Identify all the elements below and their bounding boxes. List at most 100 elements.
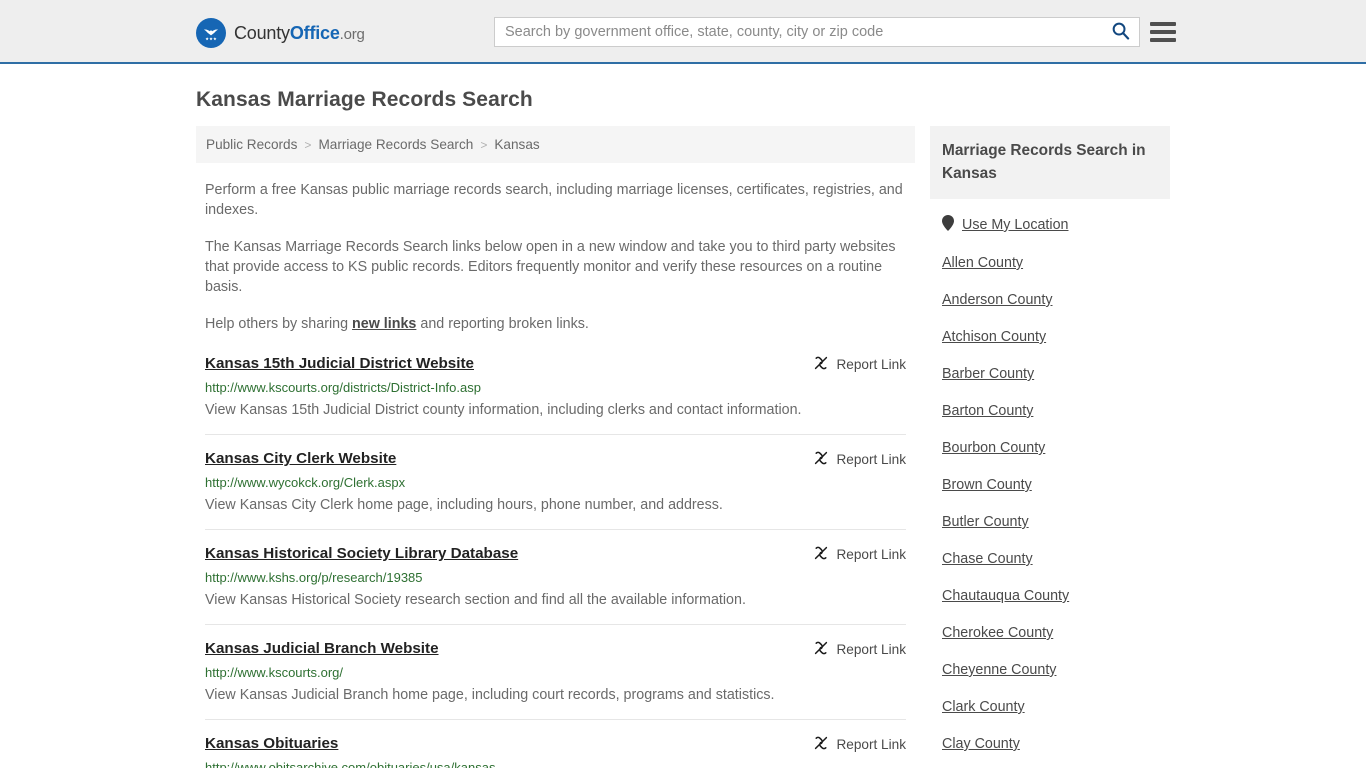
result-item: Kansas Historical Society Library Databa…	[205, 530, 906, 625]
menu-bar-2	[1150, 30, 1176, 34]
result-url: http://www.obitsarchive.com/obituaries/u…	[205, 760, 496, 768]
sidebar-heading: Marriage Records Search in Kansas	[930, 126, 1170, 199]
intro-paragraph-2: The Kansas Marriage Records Search links…	[205, 239, 896, 295]
brand-text-org: .org	[339, 25, 365, 43]
report-link-button[interactable]: Report Link	[813, 355, 906, 374]
result-title-link[interactable]: Kansas Obituaries	[205, 734, 338, 754]
sidebar: Marriage Records Search in Kansas Use My…	[930, 126, 1170, 768]
result-description: View Kansas 15th Judicial District count…	[205, 402, 802, 418]
breadcrumb: Public Records > Marriage Records Search…	[196, 126, 915, 163]
breadcrumb-item-kansas: Kansas	[494, 137, 540, 152]
breadcrumb-item-marriage-records-search[interactable]: Marriage Records Search	[318, 137, 473, 152]
search-input[interactable]	[495, 19, 1101, 45]
result-description: View Kansas Historical Society research …	[205, 592, 746, 608]
sidebar-item-county[interactable]: Butler County	[942, 503, 1158, 540]
use-my-location-link[interactable]: Use My Location	[962, 216, 1068, 235]
breadcrumb-item-public-records[interactable]: Public Records	[206, 137, 297, 152]
report-link-button[interactable]: Report Link	[813, 545, 906, 564]
county-link[interactable]: Cherokee County	[942, 624, 1053, 643]
main-column: Public Records > Marriage Records Search…	[196, 126, 915, 768]
sidebar-item-county[interactable]: Atchison County	[942, 318, 1158, 355]
sidebar-item-county[interactable]: Barton County	[942, 392, 1158, 429]
sidebar-item-county[interactable]: Allen County	[942, 244, 1158, 281]
new-links-link[interactable]: new links	[352, 316, 416, 332]
map-pin-icon	[942, 215, 954, 236]
county-link[interactable]: Allen County	[942, 254, 1023, 273]
search-icon	[1111, 21, 1130, 43]
result-item-header: Kansas City Clerk Website Report Link	[205, 449, 906, 469]
county-link[interactable]: Barton County	[942, 402, 1033, 421]
county-link[interactable]: Clark County	[942, 698, 1025, 717]
eagle-seal-icon	[196, 18, 226, 48]
site-header: CountyOffice.org	[0, 0, 1366, 64]
result-item: Kansas Judicial Branch Website Report Li…	[205, 625, 906, 720]
report-link-label: Report Link	[836, 357, 906, 372]
sidebar-item-county[interactable]: Cheyenne County	[942, 651, 1158, 688]
intro-p3-before: Help others by sharing	[205, 316, 353, 332]
sidebar-item-county[interactable]: Bourbon County	[942, 429, 1158, 466]
site-logo-link[interactable]: CountyOffice.org	[196, 18, 365, 48]
report-link-button[interactable]: Report Link	[813, 735, 906, 754]
county-link[interactable]: Barber County	[942, 365, 1034, 384]
content-columns: Public Records > Marriage Records Search…	[196, 126, 1170, 768]
sidebar-item-county[interactable]: Clay County	[942, 725, 1158, 762]
result-item-header: Kansas Judicial Branch Website Report Li…	[205, 639, 906, 659]
result-title-link[interactable]: Kansas Judicial Branch Website	[205, 639, 439, 659]
sidebar-item-use-my-location[interactable]: Use My Location	[942, 199, 1158, 244]
result-url: http://www.wycokck.org/Clerk.aspx	[205, 475, 406, 490]
sidebar-item-county[interactable]: Chautauqua County	[942, 577, 1158, 614]
sidebar-item-county[interactable]: Chase County	[942, 540, 1158, 577]
result-title-link[interactable]: Kansas 15th Judicial District Website	[205, 354, 474, 374]
brand-wordmark: CountyOffice.org	[234, 23, 365, 44]
report-link-label: Report Link	[836, 452, 906, 467]
county-link[interactable]: Anderson County	[942, 291, 1052, 310]
county-link[interactable]: Chase County	[942, 550, 1033, 569]
result-title-link[interactable]: Kansas Historical Society Library Databa…	[205, 544, 518, 564]
result-list: Kansas 15th Judicial District Website Re…	[196, 354, 915, 768]
breadcrumb-separator: >	[304, 137, 312, 152]
report-link-button[interactable]: Report Link	[813, 640, 906, 659]
result-item: Kansas City Clerk Website Report Link ht…	[205, 435, 906, 530]
sidebar-item-county[interactable]: Cherokee County	[942, 614, 1158, 651]
broken-link-icon	[813, 640, 829, 659]
site-search	[494, 17, 1140, 47]
broken-link-icon	[813, 355, 829, 374]
sidebar-item-county[interactable]: Clark County	[942, 688, 1158, 725]
sidebar-item-county[interactable]: Barber County	[942, 355, 1158, 392]
breadcrumb-separator: >	[480, 137, 488, 152]
result-description: View Kansas City Clerk home page, includ…	[205, 497, 723, 513]
brand-text-office: Office	[289, 22, 340, 43]
result-description: View Kansas Judicial Branch home page, i…	[205, 687, 775, 703]
report-link-button[interactable]: Report Link	[813, 450, 906, 469]
result-title-link[interactable]: Kansas City Clerk Website	[205, 449, 396, 469]
sidebar-item-county[interactable]: Anderson County	[942, 281, 1158, 318]
search-submit-button[interactable]	[1101, 18, 1139, 46]
result-item: Kansas 15th Judicial District Website Re…	[205, 354, 906, 435]
county-link[interactable]: Clay County	[942, 735, 1020, 754]
county-link[interactable]: Butler County	[942, 513, 1029, 532]
hamburger-menu-icon[interactable]	[1150, 20, 1176, 44]
broken-link-icon	[813, 545, 829, 564]
result-url: http://www.kscourts.org/districts/Distri…	[205, 380, 481, 395]
result-item-header: Kansas 15th Judicial District Website Re…	[205, 354, 906, 374]
county-link[interactable]: Chautauqua County	[942, 587, 1069, 606]
result-url: http://www.kshs.org/p/research/19385	[205, 570, 423, 585]
county-link[interactable]: Brown County	[942, 476, 1032, 495]
result-url: http://www.kscourts.org/	[205, 665, 343, 680]
sidebar-link-list: Use My Location Allen County Anderson Co…	[930, 199, 1170, 768]
county-link[interactable]: Bourbon County	[942, 439, 1045, 458]
broken-link-icon	[813, 450, 829, 469]
county-link[interactable]: Atchison County	[942, 328, 1046, 347]
intro-paragraph-3: Help others by sharing new links and rep…	[205, 314, 906, 334]
sidebar-item-county[interactable]: Brown County	[942, 466, 1158, 503]
report-link-label: Report Link	[836, 547, 906, 562]
report-link-label: Report Link	[836, 642, 906, 657]
intro-text: Perform a free Kansas public marriage re…	[196, 180, 915, 334]
page-title: Kansas Marriage Records Search	[196, 88, 533, 111]
broken-link-icon	[813, 735, 829, 754]
intro-paragraph-1: Perform a free Kansas public marriage re…	[205, 182, 903, 218]
county-link[interactable]: Cheyenne County	[942, 661, 1056, 680]
sidebar-item-county[interactable]: Cloud County	[942, 762, 1158, 768]
menu-bar-1	[1150, 22, 1176, 26]
result-item: Kansas Obituaries Report Link http://www…	[205, 720, 906, 768]
